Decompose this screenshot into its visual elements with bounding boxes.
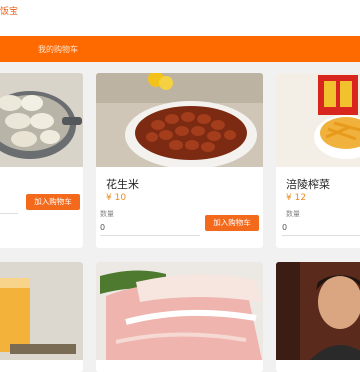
nav-bar: 我的购物车 (0, 36, 360, 62)
product-name: 涪陵榨菜 (286, 178, 330, 191)
pickles-image (276, 73, 360, 167)
app-title: 饭宝 (0, 7, 19, 17)
quantity-input[interactable] (0, 199, 18, 214)
peanuts-image (96, 73, 263, 167)
quantity-label: 数量 (286, 210, 300, 218)
product-card-pork (96, 262, 263, 372)
top-header: 饭宝 (0, 0, 360, 37)
quantity-input[interactable]: 0 (100, 221, 200, 236)
product-price: ¥ 12 (286, 193, 307, 203)
add-to-cart-button[interactable]: 加入购物车 (26, 194, 80, 210)
product-card-zhacai: 涪陵榨菜 ¥ 12 数量 0 (276, 73, 360, 248)
quantity-input[interactable]: 0 (282, 221, 360, 236)
quantity-label: 数量 (100, 210, 114, 218)
drink-image (0, 262, 83, 360)
product-card-peanuts: 花生米 ¥ 10 数量 加入购物车 0 (96, 73, 263, 248)
product-price: ¥ 10 (106, 193, 127, 203)
product-card-person (276, 262, 360, 372)
product-card-drink (0, 262, 83, 372)
my-cart-link[interactable]: 我的购物车 (38, 44, 78, 55)
pork-image (96, 262, 263, 360)
dumplings-image (0, 73, 83, 167)
person-photo (276, 262, 360, 360)
product-card-dumplings: 加入购物车 (0, 73, 83, 248)
product-name: 花生米 (106, 178, 139, 191)
add-to-cart-button[interactable]: 加入购物车 (205, 215, 259, 231)
